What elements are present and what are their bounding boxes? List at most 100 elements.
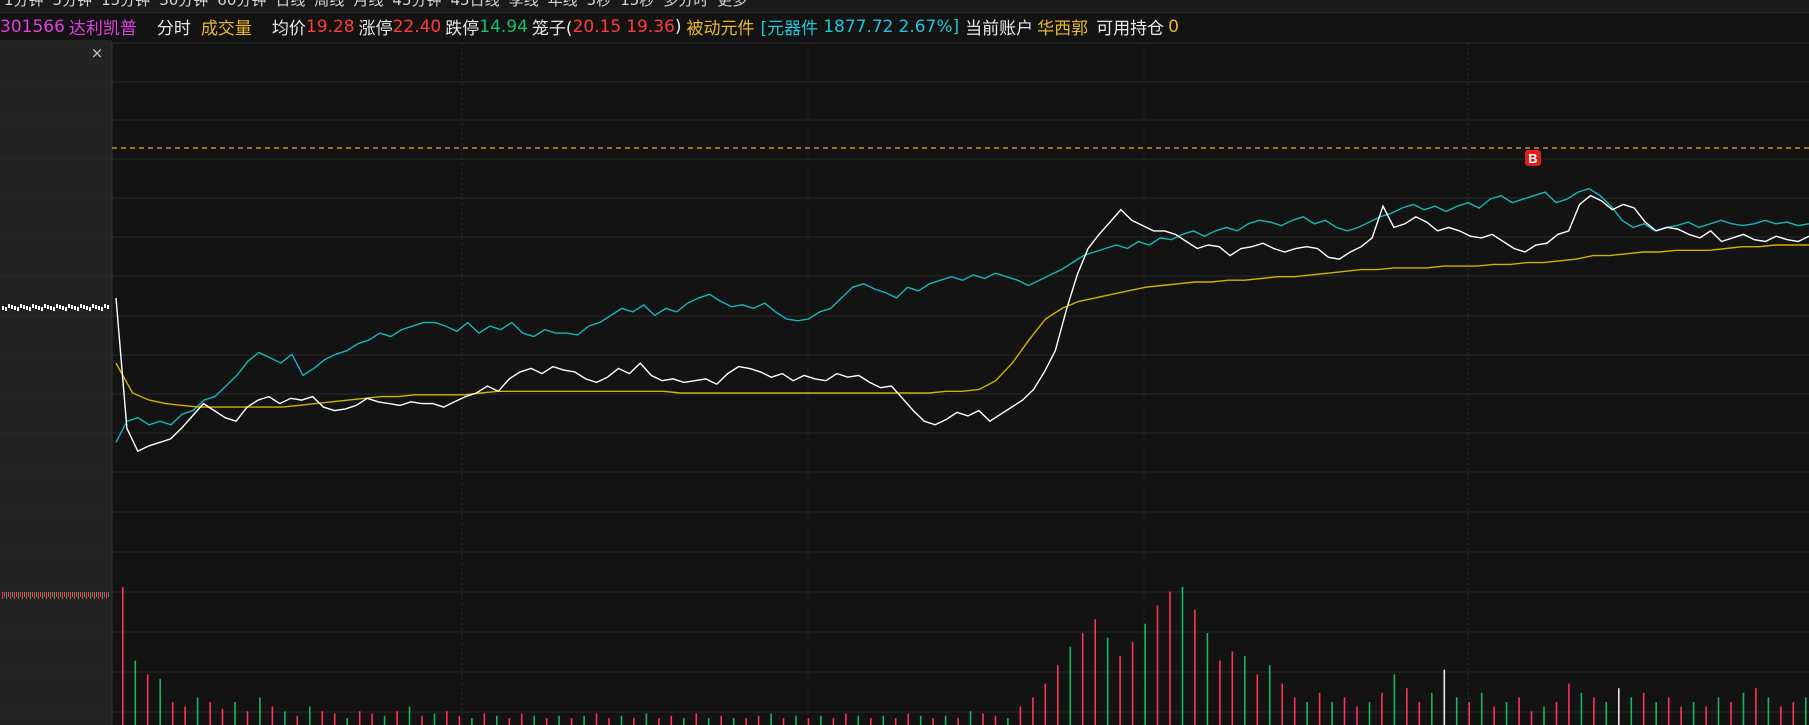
volume-bar [1780, 706, 1782, 725]
volume-bar [707, 718, 710, 725]
volume-bar [1256, 674, 1259, 725]
volume-bar [246, 711, 249, 725]
index-change: 2.67%] [898, 16, 960, 37]
volume-bar [483, 713, 486, 725]
volume-bar [1081, 633, 1084, 725]
volume-bar [1605, 702, 1608, 725]
stock-name[interactable]: 达利凯普 [69, 14, 137, 39]
position-value: 0 [1168, 16, 1179, 37]
period-tab-9[interactable]: 45日线 [451, 0, 500, 10]
volume-bar [433, 713, 436, 725]
volume-bar [1792, 702, 1795, 725]
volume-bar [1593, 697, 1595, 725]
volume-bar [1169, 591, 1171, 725]
period-tab-6[interactable]: 周线 [314, 0, 344, 10]
index-label[interactable]: [元器件 [761, 14, 819, 39]
volume-bar [645, 713, 648, 725]
limit-up-value: 22.40 [392, 16, 442, 37]
volume-bar [1518, 697, 1520, 725]
volume-bar [583, 715, 585, 725]
volume-bar [1356, 706, 1358, 725]
volume-bar [633, 718, 635, 725]
buy-marker[interactable]: B [1525, 150, 1541, 166]
volume-bar [1655, 702, 1657, 725]
cage-label: 笼子( [531, 19, 573, 39]
volume-bar [595, 713, 598, 725]
period-tab-3[interactable]: 30分钟 [159, 0, 208, 10]
volume-bar [1318, 692, 1321, 725]
volume-bar [221, 708, 224, 725]
timeshare-label[interactable]: 分时 [157, 14, 191, 39]
volume-bar [782, 718, 785, 725]
volume-bar [1443, 669, 1446, 725]
volume-bar [1044, 683, 1047, 725]
volume-bar [745, 718, 747, 725]
period-tab-11[interactable]: 年线 [548, 0, 578, 10]
account-name[interactable]: 华西郭 [1037, 14, 1088, 39]
volume-bar [944, 715, 947, 725]
volume-bar [757, 715, 760, 725]
volume-bar [1331, 702, 1333, 725]
period-tab-13[interactable]: 15秒 [620, 0, 654, 10]
volume-bar [1505, 702, 1508, 725]
volume-bar [894, 718, 897, 725]
price-line [115, 194, 1809, 453]
close-icon[interactable]: × [90, 46, 104, 61]
volume-indicator-label[interactable]: 成交量 [201, 14, 252, 39]
volume-bar [371, 713, 373, 725]
sector-label[interactable]: 被动元件 [687, 14, 755, 39]
volume-bar [159, 679, 161, 725]
period-tab-8[interactable]: 45分钟 [392, 0, 441, 10]
volume-bar [134, 660, 137, 725]
volume-bar [558, 715, 560, 725]
volume-bar [658, 718, 660, 725]
chart-grid [0, 42, 1809, 725]
volume-bar [545, 718, 548, 725]
cage-low-value: 20.15 [572, 16, 622, 37]
volume-bar [994, 715, 997, 725]
intraday-chart[interactable]: B [0, 40, 1809, 725]
volume-bar [383, 715, 386, 725]
period-tab-2[interactable]: 15分钟 [101, 0, 150, 10]
volume-bar [1206, 633, 1209, 725]
volume-bar [471, 718, 473, 725]
volume-bar [196, 697, 199, 725]
volume-bar [1119, 656, 1121, 725]
volume-bar [1543, 706, 1545, 725]
volume-bar [1057, 665, 1059, 725]
volume-bar [1343, 697, 1346, 725]
stock-code[interactable]: 301566 [0, 17, 65, 37]
volume-bar [969, 711, 972, 725]
volume-bar [271, 706, 274, 725]
volume-bar [870, 718, 872, 725]
volume-bar [284, 711, 286, 725]
volume-bar [1131, 642, 1134, 725]
volume-bar [1244, 656, 1246, 725]
period-tab-7[interactable]: 月线 [353, 0, 383, 10]
limit-down-value: 14.94 [479, 16, 528, 37]
volume-bar [845, 713, 847, 725]
volume-bar [770, 713, 772, 725]
volume-bar [1667, 697, 1670, 725]
volume-bar [346, 718, 348, 725]
volume-bar [1219, 660, 1221, 725]
volume-bar [608, 718, 610, 725]
volume-bar [209, 702, 211, 725]
volume-bar [184, 706, 186, 725]
volume-bar [421, 715, 423, 725]
volume-bar [1368, 702, 1371, 725]
avg-price-label: 均价 [271, 19, 306, 39]
period-tab-12[interactable]: 5秒 [587, 0, 612, 10]
period-tab-10[interactable]: 季线 [509, 0, 539, 10]
period-tab-14[interactable]: 多分时 [663, 0, 708, 10]
period-tab-15[interactable]: 更多 [717, 0, 747, 10]
period-tab-4[interactable]: 60分钟 [217, 0, 266, 10]
period-tab-5[interactable]: 日线 [275, 0, 305, 10]
volume-bar [1069, 646, 1072, 725]
volume-bar [820, 715, 822, 725]
volume-bar [1468, 702, 1470, 725]
volume-bar [1580, 692, 1583, 725]
volume-bar [832, 718, 835, 725]
period-tab-1[interactable]: 5分钟 [53, 0, 93, 10]
period-tab-0[interactable]: 1分钟 [4, 0, 44, 10]
